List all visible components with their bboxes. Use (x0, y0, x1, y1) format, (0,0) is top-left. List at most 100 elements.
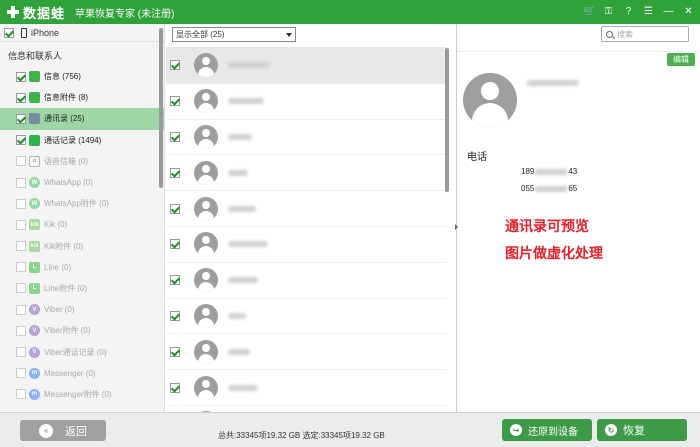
sidebar-scrollbar[interactable] (159, 28, 163, 188)
category-checkbox[interactable] (16, 325, 26, 336)
contact-checkbox[interactable] (170, 382, 180, 393)
messenger-icon: m (29, 367, 40, 379)
voice-icon: o (29, 155, 40, 167)
contact-list-pane: 显示全部 (25) (166, 24, 452, 412)
contact-avatar (194, 53, 218, 78)
contact-row[interactable] (166, 84, 446, 120)
line-icon: L (29, 282, 40, 294)
line-icon: L (29, 261, 40, 273)
category-checkbox[interactable] (16, 92, 26, 103)
phone-icon (21, 27, 27, 38)
contact-row[interactable] (166, 299, 446, 335)
sidebar-item[interactable]: kik Kik (0) (0, 214, 164, 235)
help-icon[interactable]: ? (623, 5, 634, 19)
category-checkbox[interactable] (16, 262, 26, 273)
contact-checkbox[interactable] (170, 60, 180, 71)
sidebar-item[interactable]: 信息附件 (8) (0, 87, 164, 108)
filter-dropdown[interactable]: 显示全部 (25) (172, 27, 296, 42)
category-checkbox[interactable] (16, 177, 26, 188)
category-checkbox[interactable] (16, 389, 26, 400)
contact-row[interactable] (166, 120, 446, 156)
calls-icon (29, 134, 40, 146)
sidebar-item[interactable]: 通讯录 (25) (0, 108, 164, 130)
sidebar-item[interactable]: L Line (0) (0, 257, 164, 278)
phone-prefix: 189 (521, 167, 535, 176)
contact-row[interactable] (166, 155, 446, 192)
device-row[interactable]: iPhone (0, 24, 164, 42)
sidebar-item-label: Viber (0) (44, 305, 75, 315)
sidebar-item[interactable]: kik Kik附件 (0) (0, 236, 164, 257)
contact-row[interactable] (166, 191, 446, 227)
contact-row[interactable] (166, 227, 446, 263)
category-checkbox[interactable] (16, 71, 26, 82)
messenger-icon: m (29, 388, 40, 400)
sidebar-item[interactable]: V Viber (0) (0, 299, 164, 320)
contact-checkbox[interactable] (170, 310, 180, 321)
whatsapp-icon: W (29, 198, 40, 210)
category-checkbox[interactable] (16, 241, 26, 252)
contact-checkbox[interactable] (170, 275, 180, 286)
category-checkbox[interactable] (16, 347, 26, 358)
category-checkbox[interactable] (16, 156, 26, 167)
sidebar-item-label: Kik附件 (0) (44, 241, 84, 251)
category-checkbox[interactable] (16, 198, 26, 209)
contact-checkbox[interactable] (170, 96, 180, 107)
sidebar-item[interactable]: m Messenger (0) (0, 363, 164, 384)
sidebar-item[interactable]: 信息 (756) (0, 66, 164, 87)
key-icon[interactable]: ⚿ (603, 5, 614, 19)
app-name: 数据蛙 (23, 5, 66, 21)
sidebar-item[interactable]: L Line附件 (0) (0, 278, 164, 299)
sidebar-item[interactable]: m Messenger附件 (0) (0, 384, 164, 405)
contact-avatar (194, 196, 218, 221)
category-checkbox[interactable] (16, 113, 26, 124)
recover-button[interactable]: ↻ 恢复 (597, 419, 687, 441)
contact-checkbox[interactable] (170, 346, 180, 357)
app-logo: 数据蛙 (6, 3, 65, 22)
contact-checkbox[interactable] (170, 203, 180, 214)
category-checkbox[interactable] (16, 368, 26, 379)
msg-icon (29, 92, 40, 104)
restore-to-device-button[interactable]: ↪ 还原到设备 (502, 419, 592, 441)
category-checkbox[interactable] (16, 135, 26, 146)
contact-row[interactable] (166, 263, 446, 299)
sidebar-item[interactable]: 通话记录 (1494) (0, 130, 164, 151)
menu-icon[interactable]: ☰ (643, 5, 654, 19)
contact-row[interactable] (166, 334, 446, 371)
annotation-line-2: 图片做虚化处理 (505, 245, 603, 261)
double-left-arrow-icon: « (39, 423, 53, 438)
sidebar-item-label: WhatsApp附件 (0) (44, 199, 109, 209)
contact-avatar (194, 303, 218, 328)
sidebar-item[interactable]: V Viber通话记录 (0) (0, 341, 164, 362)
sidebar-item[interactable]: W WhatsApp (0) (0, 172, 164, 193)
contact-checkbox[interactable] (170, 131, 180, 142)
sidebar-item[interactable]: W WhatsApp附件 (0) (0, 193, 164, 214)
search-input[interactable]: 搜索 (601, 26, 689, 42)
cart-icon[interactable]: 🛒 (583, 5, 595, 19)
window-controls: 🛒 ⚿ ? ☰ — ✕ (583, 5, 694, 19)
category-checkbox[interactable] (16, 304, 26, 315)
contact-avatar (194, 160, 218, 185)
device-checkbox[interactable] (4, 27, 14, 38)
contact-checkbox[interactable] (170, 167, 180, 178)
contact-avatar (463, 73, 517, 127)
sidebar-item-label: Viber通话记录 (0) (44, 347, 107, 357)
sidebar-item-label: Kik (0) (44, 220, 68, 230)
edit-button[interactable]: 编辑 (667, 53, 695, 66)
kik-icon: kik (29, 240, 40, 252)
category-checkbox[interactable] (16, 219, 26, 230)
contact-checkbox[interactable] (170, 239, 180, 250)
restore-device-label: 还原到设备 (528, 426, 578, 438)
sidebar-item-label: Line (0) (44, 262, 72, 272)
contact-row[interactable] (166, 370, 446, 406)
contact-row[interactable] (166, 48, 446, 84)
sidebar-item[interactable]: o 语音信箱 (0) (0, 151, 164, 172)
sidebar-item-label: 通话记录 (1494) (44, 135, 102, 145)
close-icon[interactable]: ✕ (683, 5, 694, 19)
list-scrollbar[interactable] (445, 48, 449, 192)
category-checkbox[interactable] (16, 283, 26, 294)
chevron-down-icon (286, 32, 292, 37)
back-button[interactable]: « 返回 (20, 420, 106, 441)
sidebar-item-label: Messenger (0) (44, 368, 96, 378)
sidebar-item[interactable]: V Viber附件 (0) (0, 320, 164, 341)
minimize-icon[interactable]: — (663, 5, 674, 19)
